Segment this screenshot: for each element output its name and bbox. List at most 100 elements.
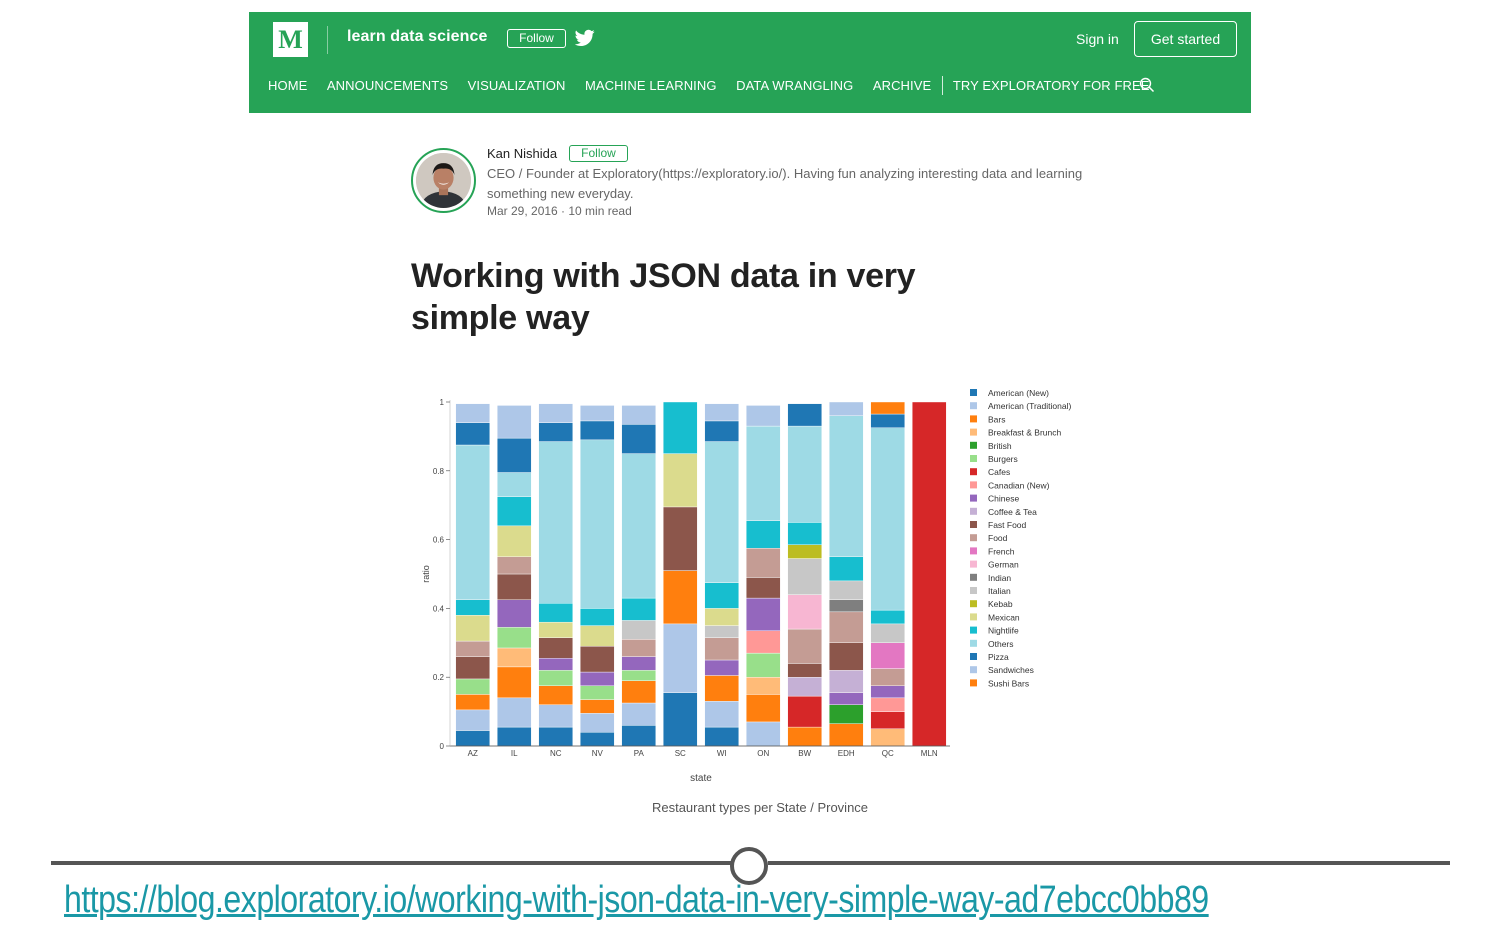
bar-segment-il-10 xyxy=(497,573,532,600)
y-tick-label: 0.2 xyxy=(433,673,445,682)
nav-item-home[interactable]: HOME xyxy=(268,78,307,93)
get-started-button[interactable]: Get started xyxy=(1134,21,1237,57)
bar-segment-sc-1 xyxy=(663,623,698,693)
figure-caption: Restaurant types per State / Province xyxy=(651,800,869,815)
bar-segment-bw-19 xyxy=(787,425,822,523)
legend-label: Nightlife xyxy=(988,626,1019,636)
bar-segment-on-19 xyxy=(746,425,781,521)
nav-item-machine-learning[interactable]: MACHINE LEARNING xyxy=(585,78,717,93)
bar-segment-az-21 xyxy=(455,403,490,423)
x-tick-label: QC xyxy=(882,749,894,758)
bar-segment-nc-20 xyxy=(538,422,573,442)
bar-segment-pa-11 xyxy=(621,639,656,657)
x-tick-label: SC xyxy=(675,749,686,758)
legend-swatch xyxy=(970,666,977,674)
article-url-link[interactable]: https://blog.exploratory.io/working-with… xyxy=(64,879,1209,922)
bar-segment-pa-20 xyxy=(621,424,656,454)
legend-label: Chinese xyxy=(988,494,1019,504)
bar-segment-edh-4 xyxy=(829,704,864,724)
bar-segment-edh-21 xyxy=(829,401,864,416)
x-tick-label: EDH xyxy=(838,749,855,758)
bar-segment-nc-2 xyxy=(538,685,573,705)
x-axis-title: state xyxy=(690,773,712,784)
legend-swatch xyxy=(970,389,977,396)
legend-label: Others xyxy=(988,639,1014,649)
sign-in-link[interactable]: Sign in xyxy=(1076,31,1119,47)
bar-segment-on-10 xyxy=(746,577,781,599)
bar-segment-on-3 xyxy=(746,677,781,695)
follow-author-button[interactable]: Follow xyxy=(569,145,628,162)
legend-label: Sandwiches xyxy=(988,665,1034,675)
bar-segment-qc-3 xyxy=(870,728,905,747)
bar-segment-wi-19 xyxy=(704,441,739,583)
x-tick-label: MLN xyxy=(921,749,938,758)
bar-segment-il-0 xyxy=(497,726,532,747)
legend-swatch xyxy=(970,468,977,476)
bar-segment-nv-1 xyxy=(580,713,615,733)
legend-swatch xyxy=(970,600,977,608)
bar-segment-on-11 xyxy=(746,547,781,578)
legend-swatch xyxy=(970,441,977,449)
legend-label: French xyxy=(988,546,1015,556)
twitter-icon[interactable] xyxy=(575,29,595,47)
nav-item-try-exploratory[interactable]: TRY EXPLORATORY FOR FREE xyxy=(953,78,1150,93)
legend-swatch xyxy=(970,679,977,687)
bar-segment-qc-8 xyxy=(870,685,905,699)
search-icon[interactable] xyxy=(1139,77,1155,93)
y-tick-label: 0 xyxy=(440,742,445,751)
author-avatar[interactable] xyxy=(411,148,476,213)
legend-swatch xyxy=(970,402,977,410)
legend-swatch xyxy=(970,428,977,436)
divider-line-left xyxy=(51,861,733,865)
legend-label: Coffee & Tea xyxy=(988,507,1037,517)
bar-segment-az-19 xyxy=(455,444,490,601)
legend-swatch xyxy=(970,415,977,423)
bar-segment-az-10 xyxy=(455,656,490,680)
medium-logo[interactable]: M xyxy=(273,22,308,57)
bar-segment-az-1 xyxy=(455,709,490,731)
bar-segment-il-8 xyxy=(497,599,532,628)
legend-swatch xyxy=(970,507,977,515)
legend-label: Canadian (New) xyxy=(988,480,1050,490)
bar-segment-wi-2 xyxy=(704,675,739,702)
legend-label: Food xyxy=(988,533,1008,543)
publication-name[interactable]: learn data science xyxy=(347,28,488,46)
bar-segment-sc-0 xyxy=(663,692,698,747)
bar-segment-wi-15 xyxy=(704,625,739,638)
bar-segment-bw-15 xyxy=(787,558,822,595)
follow-publication-button[interactable]: Follow xyxy=(507,29,566,48)
nav-item-data-wrangling[interactable]: DATA WRANGLING xyxy=(736,78,853,93)
bar-segment-il-20 xyxy=(497,437,532,473)
bar-segment-edh-18 xyxy=(829,556,864,582)
logo-divider xyxy=(327,26,328,54)
bar-segment-qc-19 xyxy=(870,427,905,611)
bar-segment-on-1 xyxy=(746,721,781,747)
bar-segment-bw-16 xyxy=(787,544,822,559)
bar-segment-qc-15 xyxy=(870,623,905,644)
bar-segment-nv-2 xyxy=(580,699,615,714)
bar-segment-az-5 xyxy=(455,678,490,695)
bar-segment-edh-9 xyxy=(829,670,864,693)
nav-item-announcements[interactable]: ANNOUNCEMENTS xyxy=(327,78,448,93)
bar-segment-il-5 xyxy=(497,627,532,649)
publication-header: M learn data science Follow Sign in Get … xyxy=(249,12,1251,113)
author-photo xyxy=(416,153,471,208)
legend-swatch xyxy=(970,587,977,594)
bar-segment-wi-20 xyxy=(704,420,739,442)
legend-swatch xyxy=(970,455,977,462)
x-tick-label: BW xyxy=(798,749,811,758)
bar-segment-nc-5 xyxy=(538,670,573,687)
author-name[interactable]: Kan Nishida xyxy=(487,146,557,161)
nav-item-visualization[interactable]: VISUALIZATION xyxy=(468,78,566,93)
bar-segment-sc-2 xyxy=(663,570,698,625)
bar-segment-on-21 xyxy=(746,405,781,427)
legend-label: Fast Food xyxy=(988,520,1027,530)
post-title: Working with JSON data in very simple wa… xyxy=(411,257,916,337)
y-tick-label: 0.6 xyxy=(433,536,445,545)
bar-segment-qc-6 xyxy=(870,711,905,730)
bar-segment-az-0 xyxy=(455,730,490,747)
stacked-bar-chart: AZ IL NC NV PA SC WI ON BW EDH QC MLN 0 0.2 0.4 0.6 0.8 1… xyxy=(421,388,1071,784)
bar-segment-wi-18 xyxy=(704,582,739,609)
nav-item-archive[interactable]: ARCHIVE xyxy=(873,78,932,93)
post-date-readtime: Mar 29, 2016 · 10 min read xyxy=(487,204,632,218)
